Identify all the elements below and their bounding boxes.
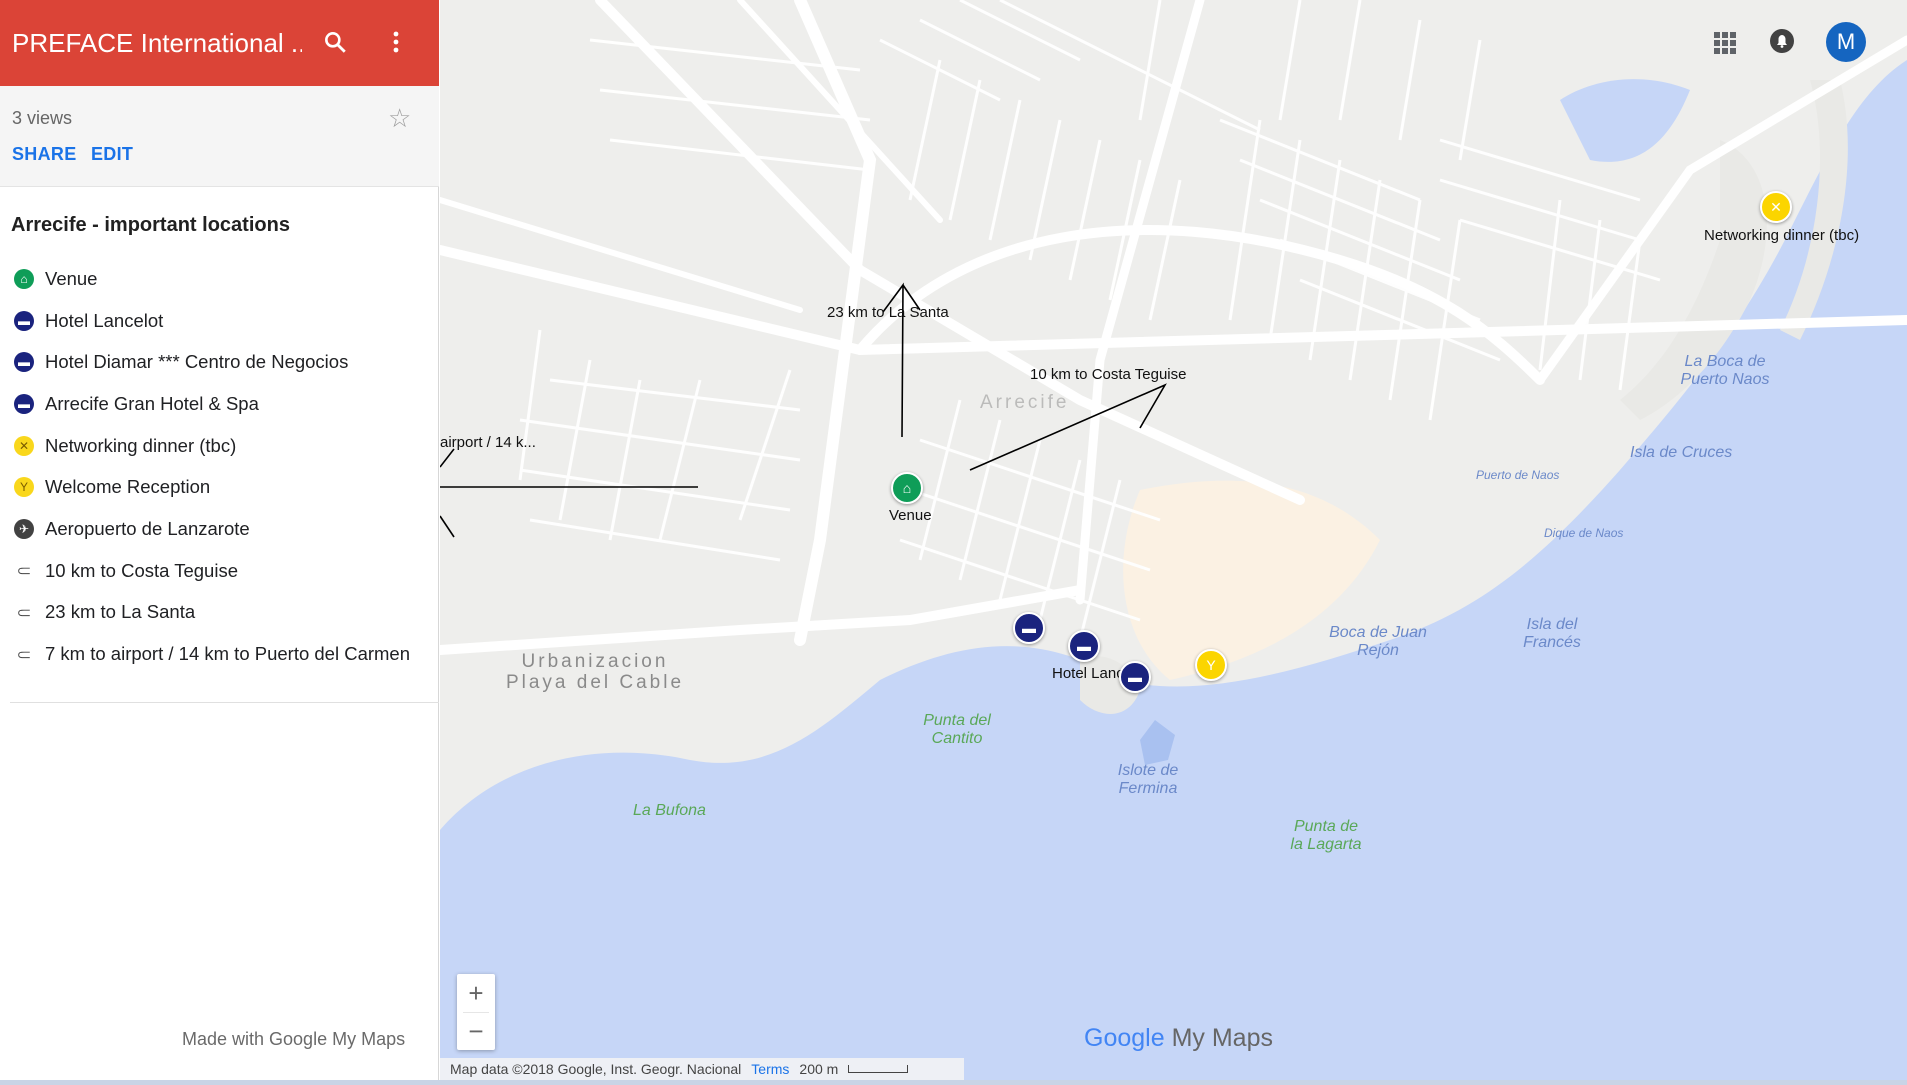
- legend-item-route-airport[interactable]: ⸦ 7 km to airport / 14 km to Puerto del …: [0, 633, 439, 675]
- terms-link[interactable]: Terms: [751, 1061, 789, 1077]
- area-label-urbanizacion: Urbanizacion Playa del Cable: [505, 651, 685, 693]
- restaurant-marker[interactable]: ✕: [1760, 191, 1792, 223]
- scale-bar: [848, 1065, 909, 1073]
- map-canvas[interactable]: 23 km to La Santa 10 km to Costa Teguise…: [440, 0, 1907, 1085]
- view-count: 3 views: [12, 108, 73, 128]
- bed-icon: ▬: [14, 393, 34, 414]
- venue-marker[interactable]: ⌂: [891, 472, 923, 504]
- route-label-airport[interactable]: airport / 14 k...: [440, 434, 536, 451]
- legend-item-route-la-santa[interactable]: ⸦ 23 km to La Santa: [0, 592, 439, 634]
- zoom-in-button[interactable]: +: [457, 974, 495, 1012]
- park-label-punta-lagarta: Punta de la Lagarta: [1290, 818, 1362, 853]
- legend-item-label: Welcome Reception: [45, 476, 211, 498]
- cocktail-marker[interactable]: Y: [1195, 649, 1227, 681]
- map-sidebar: PREFACE International ... 3 views ☆ SHAR…: [0, 0, 439, 1085]
- map-graphic: [440, 0, 1907, 1085]
- account-avatar[interactable]: M: [1826, 22, 1866, 62]
- cocktail-icon: Y: [14, 477, 34, 498]
- route-icon: ⸦: [14, 644, 34, 667]
- water-label-puerto-naos: Puerto de Naos: [1476, 468, 1560, 482]
- legend-item-label: Hotel Diamar *** Centro de Negocios: [45, 351, 349, 373]
- water-label-dique: Dique de Naos: [1544, 526, 1624, 540]
- divider: [463, 1012, 489, 1013]
- divider: [10, 702, 439, 703]
- scale-label: 200 m: [799, 1061, 839, 1077]
- legend-item-airport[interactable]: ✈ Aeropuerto de Lanzarote: [0, 508, 439, 550]
- legend-item-label: Arrecife Gran Hotel & Spa: [45, 392, 259, 414]
- legend-item-venue[interactable]: ⌂ Venue: [0, 258, 439, 300]
- google-my-maps-logo: Google My Maps: [1084, 1024, 1273, 1053]
- apps-grid-icon[interactable]: [1710, 28, 1740, 58]
- water-label-la-boca: La Boca de Puerto Naos: [1680, 353, 1770, 388]
- star-icon[interactable]: ☆: [388, 103, 411, 134]
- route-label-costa-teguise[interactable]: 10 km to Costa Teguise: [1030, 366, 1186, 383]
- zoom-control: + −: [457, 974, 495, 1050]
- water-label-isla-cruces: Isla de Cruces: [1630, 444, 1733, 461]
- legend-item-hotel-diamar[interactable]: ▬ Hotel Diamar *** Centro de Negocios: [0, 341, 439, 383]
- water-label-boca-juan: Boca de Juan Rejón: [1329, 624, 1427, 659]
- share-button[interactable]: SHARE: [12, 144, 77, 165]
- legend-item-welcome-reception[interactable]: Y Welcome Reception: [0, 466, 439, 508]
- legend-item-label: Venue: [45, 267, 98, 289]
- sidebar-header: PREFACE International ...: [0, 0, 439, 86]
- hotel-marker[interactable]: ▬: [1119, 661, 1151, 693]
- map-title[interactable]: PREFACE International ...: [12, 28, 302, 59]
- bed-icon: ▬: [14, 310, 34, 331]
- my-maps-wordmark: My Maps: [1171, 1024, 1273, 1052]
- layer-title[interactable]: Arrecife - important locations: [11, 214, 290, 237]
- water-label-islote: Islote de Fermina: [1117, 762, 1179, 797]
- map-attribution: Map data ©2018 Google, Inst. Geogr. Naci…: [440, 1058, 964, 1080]
- city-label-arrecife: Arrecife: [980, 392, 1070, 413]
- edit-button[interactable]: EDIT: [91, 144, 133, 165]
- legend-item-gran-hotel[interactable]: ▬ Arrecife Gran Hotel & Spa: [0, 383, 439, 425]
- legend-item-label: 10 km to Costa Teguise: [45, 559, 238, 581]
- zoom-out-button[interactable]: −: [457, 1012, 495, 1050]
- hotel-marker[interactable]: ▬: [1068, 630, 1100, 662]
- park-label-la-bufona: La Bufona: [633, 802, 706, 819]
- venue-label[interactable]: Venue: [889, 507, 932, 524]
- legend-item-networking-dinner[interactable]: ✕ Networking dinner (tbc): [0, 425, 439, 467]
- google-wordmark: Google: [1084, 1024, 1165, 1052]
- legend-item-label: 23 km to La Santa: [45, 601, 196, 623]
- water-label-isla-frances: Isla del Francés: [1523, 616, 1581, 651]
- legend-item-label: 7 km to airport / 14 km to Puerto del Ca…: [45, 643, 411, 665]
- search-icon[interactable]: [315, 22, 355, 62]
- legend-list: ⌂ Venue ▬ Hotel Lancelot ▬ Hotel Diamar …: [0, 258, 439, 675]
- route-icon: ⸦: [14, 561, 34, 584]
- legend-item-route-costa-teguise[interactable]: ⸦ 10 km to Costa Teguise: [0, 550, 439, 592]
- route-icon: ⸦: [14, 602, 34, 625]
- networking-dinner-label[interactable]: Networking dinner (tbc): [1704, 227, 1859, 244]
- home-icon: ⌂: [14, 268, 34, 289]
- legend-item-label: Aeropuerto de Lanzarote: [45, 517, 250, 539]
- window-bottom-edge: [0, 1080, 1907, 1085]
- bed-icon: ▬: [14, 352, 34, 373]
- airplane-icon: ✈: [14, 518, 34, 539]
- hotel-marker[interactable]: ▬: [1013, 612, 1045, 644]
- park-label-punta-cantito: Punta del Cantito: [923, 712, 991, 747]
- route-label-la-santa[interactable]: 23 km to La Santa: [827, 304, 949, 321]
- made-with-link[interactable]: Made with Google My Maps: [182, 1029, 405, 1050]
- legend-item-hotel-lancelot[interactable]: ▬ Hotel Lancelot: [0, 300, 439, 342]
- legend-item-label: Networking dinner (tbc): [45, 434, 237, 456]
- notifications-icon[interactable]: [1769, 28, 1799, 58]
- legend-item-label: Hotel Lancelot: [45, 309, 164, 331]
- more-options-icon[interactable]: [376, 22, 416, 62]
- restaurant-icon: ✕: [14, 435, 34, 456]
- attribution-text: Map data ©2018 Google, Inst. Geogr. Naci…: [450, 1061, 742, 1077]
- map-meta: 3 views ☆ SHARE EDIT: [0, 86, 439, 187]
